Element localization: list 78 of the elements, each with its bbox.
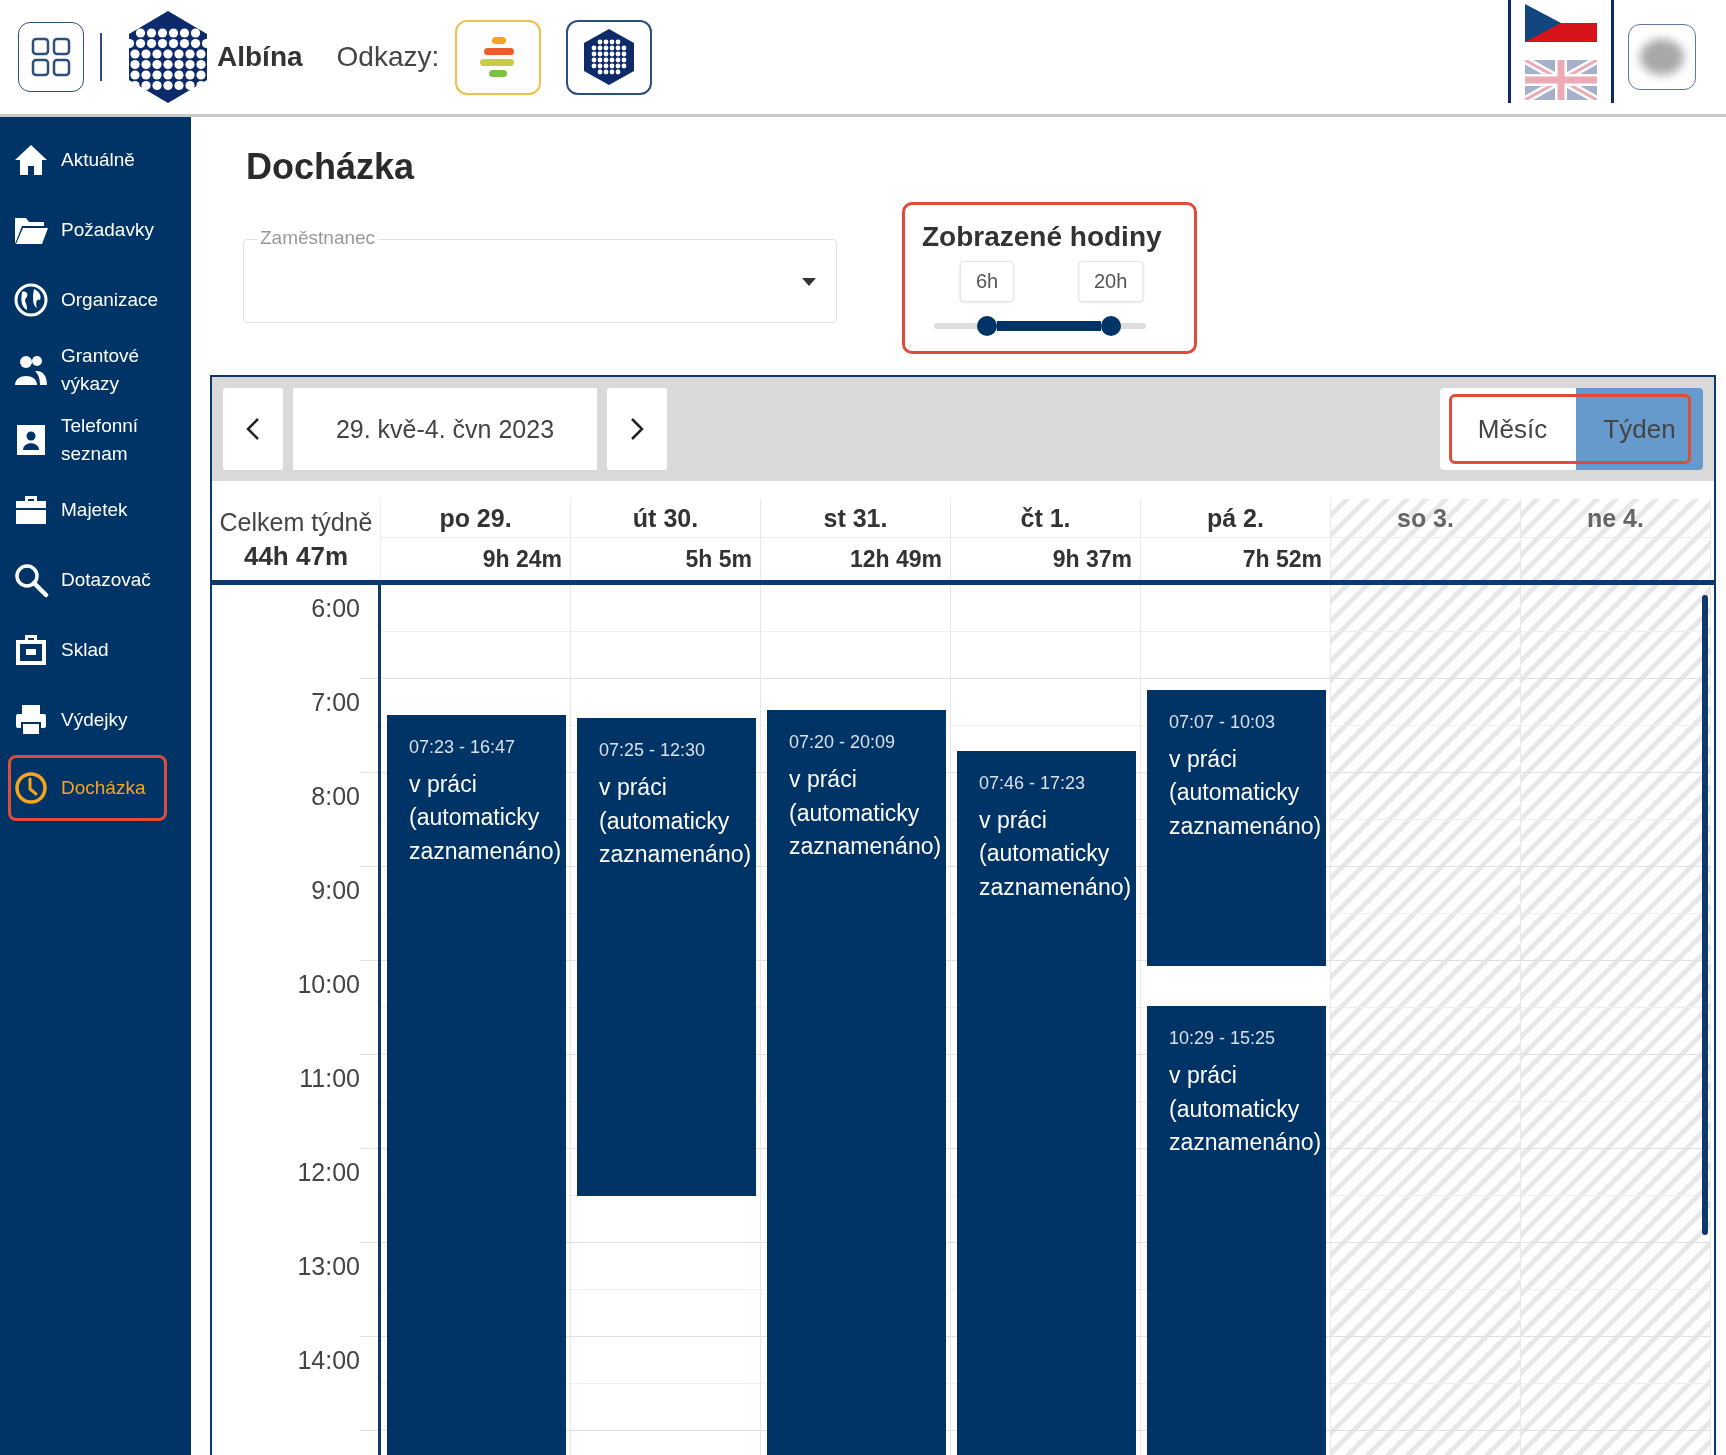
sidebar-item[interactable]: Majetek [0,475,191,545]
chevron-left-icon [246,417,260,441]
event-time: 07:20 - 20:09 [789,732,897,754]
brand-name: Albína [217,41,303,73]
day-name: so 3. [1397,503,1454,533]
event-text: v práci (automaticky zaznamenáno) [789,765,942,861]
logo-icon [129,11,207,103]
hour-label: 12:00 [297,1158,360,1187]
day-total: 12h 49m [849,545,942,573]
event-time: 07:07 - 10:03 [1169,711,1277,733]
day-total: 9h 37m [1052,545,1132,573]
attendance-event[interactable]: 07:46 - 17:23 v práci (automaticky zaznamenáno) [957,751,1136,1455]
hour-label: 11:00 [299,1064,360,1093]
scrollbar[interactable] [1702,595,1708,1235]
links-label: Odkazy: [336,41,440,73]
value-tooltip: 6h [959,261,1015,302]
slider-thumb[interactable] [977,316,997,336]
hour-label: 8:00 [311,782,360,811]
event-time: 07:46 - 17:23 [979,773,1087,795]
day-total: 7h 52m [1242,545,1322,573]
event-time: 07:23 - 16:47 [409,737,517,759]
apps-button[interactable] [18,22,84,92]
panel-title: Zobrazené hodiny [922,221,1163,253]
event-time: 10:29 - 15:25 [1169,1028,1277,1050]
link-button[interactable] [566,19,653,95]
day-name: čt 1. [1020,503,1071,533]
event-time: 07:25 - 12:30 [599,740,707,762]
hours-slider[interactable]: 6h 20h [934,253,1146,343]
event-text: v práci (automaticky zaznamenáno) [979,806,1132,902]
day-total: 9h 24m [482,545,562,573]
event-text: v práci (automaticky zaznamenáno) [409,770,562,866]
globe-icon [13,282,49,318]
attendance-event[interactable]: 07:20 - 20:09 v práci (automaticky zaznamenáno) [767,710,946,1455]
value-tooltip: 20h [1077,261,1144,302]
date-range: 29. kvě-4. čvn 2023 [293,388,597,470]
search-icon [13,562,49,598]
sidebar-item[interactable]: Sklad [0,615,191,685]
sidebar-item[interactable]: Dotazovač [0,545,191,615]
event-text: v práci (automaticky zaznamenáno) [1169,1061,1322,1158]
hour-label: 9:00 [311,876,360,905]
day-name: út 30. [632,503,699,533]
hour-label: 13:00 [297,1252,360,1281]
sidebar-item[interactable]: Aktuálně [0,125,191,195]
sidebar-item[interactable]: Grantové výkazy [0,335,191,405]
sidebar-item[interactable]: Telefonní seznam [0,405,191,475]
czech-flag-icon[interactable] [1525,3,1597,42]
caret-icon [802,277,816,286]
attendance-event[interactable]: 07:23 - 16:47 v práci (automaticky zaznamenáno) [387,715,566,1455]
hour-label: 6:00 [311,594,360,623]
week-total: 44h 47m [243,540,349,572]
day-name: po 29. [439,503,512,533]
day-name: pá 2. [1207,503,1264,533]
box-icon [13,632,49,668]
attendance-event[interactable]: 10:29 - 15:25 v práci (automaticky zaznamenáno) [1147,1006,1326,1455]
hour-label: 10:00 [297,970,360,999]
page-title: Docházka [246,147,416,187]
day-total: 5h 5m [685,545,752,573]
hour-label: 14:00 [297,1346,360,1375]
home-icon [13,142,49,178]
week-total-label: Celkem týdně [219,507,373,537]
event-text: v práci (automaticky zaznamenáno) [1169,744,1322,841]
sidebar-item[interactable]: Výdejky [0,685,191,755]
hour-label: 7:00 [311,688,360,717]
event-text: v práci (automaticky zaznamenáno) [599,773,752,869]
day-name: st 31. [823,503,888,533]
logo-icon [584,29,635,85]
grid-icon [31,37,71,77]
avatar-icon [1640,39,1684,75]
slider-thumb[interactable] [1100,316,1121,336]
chevron-right-icon [630,417,644,441]
sidebar-item[interactable]: Organizace [0,265,191,335]
sidebar-item[interactable]: Docházka [8,755,167,821]
attendance-event[interactable]: 07:25 - 12:30 v práci (automaticky zaznamenáno) [577,718,756,1196]
user-button[interactable] [1628,24,1696,90]
attendance-event[interactable]: 07:07 - 10:03 v práci (automaticky zaznamenáno) [1147,689,1326,966]
sidebar-item[interactable]: Požadavky [0,195,191,265]
day-name: ne 4. [1587,503,1644,533]
clock-icon [13,770,49,806]
